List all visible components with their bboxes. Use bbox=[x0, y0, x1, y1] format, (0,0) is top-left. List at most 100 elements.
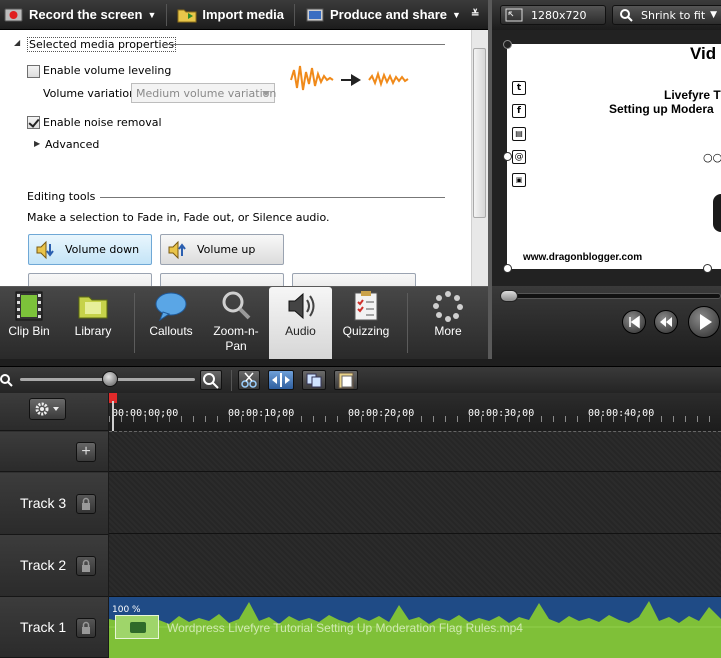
import-media-button[interactable]: Import media bbox=[173, 0, 288, 30]
track-lane-3[interactable] bbox=[109, 472, 721, 534]
volume-down-icon bbox=[36, 240, 54, 260]
produce-share-button[interactable]: Produce and share ▼ bbox=[301, 0, 465, 30]
fade-out-button[interactable] bbox=[160, 273, 284, 286]
zoom-dropdown[interactable]: Shrink to fit ▼ bbox=[612, 5, 721, 25]
silence-button[interactable] bbox=[292, 273, 416, 286]
track-lane-2[interactable] bbox=[109, 534, 721, 597]
toolbar-divider bbox=[166, 3, 168, 26]
twitter-icon: t bbox=[512, 81, 526, 95]
lock-button[interactable] bbox=[76, 618, 96, 638]
track-header-1[interactable]: Track 1 bbox=[0, 597, 108, 658]
share-icon: ▣ bbox=[512, 173, 526, 187]
canvas-handle[interactable] bbox=[703, 264, 712, 273]
advanced-toggle[interactable]: Advanced bbox=[45, 138, 99, 151]
track-name: Track 1 bbox=[20, 619, 67, 635]
zoom-slider-thumb[interactable] bbox=[102, 371, 118, 387]
track-header-3[interactable]: Track 3 bbox=[0, 473, 108, 535]
editing-tools-hint: Make a selection to Fade in, Fade out, o… bbox=[27, 211, 330, 224]
canvas-handle[interactable] bbox=[503, 264, 512, 273]
add-track-row: + bbox=[0, 432, 108, 472]
tab-library[interactable]: Library bbox=[62, 287, 124, 360]
record-screen-button[interactable]: Record the screen ▼ bbox=[0, 0, 160, 30]
add-track-button[interactable]: + bbox=[76, 442, 96, 462]
track-header-2[interactable]: Track 2 bbox=[0, 535, 108, 597]
audio-properties-panel: ◢ Selected media properties Enable volum… bbox=[0, 30, 488, 286]
split-button[interactable] bbox=[268, 370, 294, 390]
rewind-button[interactable] bbox=[654, 310, 678, 334]
main-toolbar: Record the screen ▼ Import media Produce … bbox=[0, 0, 488, 30]
tab-clip-bin[interactable]: Clip Bin bbox=[0, 287, 58, 360]
volume-up-button[interactable]: Volume up bbox=[160, 234, 284, 265]
tab-audio[interactable]: Audio bbox=[269, 287, 332, 360]
collapse-arrow-icon[interactable]: ◢ bbox=[14, 38, 20, 47]
panel-scrollbar-thumb[interactable] bbox=[473, 48, 486, 218]
tab-label: Audio bbox=[285, 324, 316, 338]
zoom-out-icon[interactable] bbox=[0, 372, 14, 388]
volume-variation-label: Volume variation: bbox=[43, 87, 140, 100]
resize-icon bbox=[505, 8, 523, 22]
copy-icon bbox=[306, 373, 322, 388]
lock-icon bbox=[82, 621, 90, 634]
playhead-line bbox=[112, 401, 114, 431]
tab-label: Zoom-n-Pan bbox=[213, 324, 259, 353]
canvas-handle[interactable] bbox=[503, 152, 512, 161]
volume-leveling-label: Enable volume leveling bbox=[43, 64, 172, 77]
lock-button[interactable] bbox=[76, 556, 96, 576]
import-label: Import media bbox=[202, 7, 284, 22]
canvas-line-2: Setting up Modera bbox=[609, 102, 714, 116]
volume-variation-select[interactable]: Medium volume variation bbox=[131, 83, 277, 103]
toolbar-divider bbox=[293, 3, 295, 26]
track-name: Track 2 bbox=[20, 557, 67, 573]
expand-arrow-icon[interactable]: ▶ bbox=[34, 139, 40, 148]
media-clip[interactable]: 100 % Wordpress Livefyre Tutorial Settin… bbox=[109, 597, 721, 658]
lock-icon bbox=[82, 559, 90, 572]
lock-icon bbox=[82, 497, 90, 510]
play-button[interactable] bbox=[688, 306, 720, 338]
canvas-handle[interactable] bbox=[503, 40, 512, 49]
volume-variation-value: Medium volume variation bbox=[136, 87, 277, 100]
play-icon bbox=[700, 314, 712, 330]
clip-volume-percent: 100 % bbox=[112, 605, 141, 615]
search-icon bbox=[620, 9, 633, 22]
ruler-tick-label: 00:00:20;00 bbox=[348, 408, 415, 419]
volume-leveling-checkbox[interactable] bbox=[27, 65, 40, 78]
canvas-line-1: Livefyre T bbox=[664, 88, 721, 102]
volume-up-icon bbox=[168, 240, 186, 260]
previous-clip-button[interactable] bbox=[622, 310, 646, 334]
magnifier-icon bbox=[222, 291, 251, 320]
timeline-settings-button[interactable] bbox=[29, 398, 66, 420]
tab-callouts[interactable]: Callouts bbox=[139, 287, 203, 360]
noise-removal-checkbox[interactable] bbox=[27, 116, 40, 129]
ruler-tick-label: 00:00:10;00 bbox=[228, 408, 295, 419]
double-chevron-icon: ≚ bbox=[470, 9, 480, 20]
lock-button[interactable] bbox=[76, 494, 96, 514]
tab-divider bbox=[407, 293, 408, 353]
section-divider bbox=[100, 197, 445, 198]
timeline-gap bbox=[0, 359, 721, 366]
preview-canvas[interactable]: Vid Livefyre T Setting up Modera t f ▤ @… bbox=[507, 44, 721, 269]
cut-button[interactable] bbox=[238, 370, 260, 390]
library-folder-icon bbox=[78, 296, 108, 319]
tab-quizzing[interactable]: Quizzing bbox=[334, 287, 398, 360]
tab-zoom-n-pan[interactable]: Zoom-n-Pan bbox=[205, 287, 267, 360]
section-title-media-properties: Selected media properties bbox=[27, 37, 177, 52]
playback-controls bbox=[492, 286, 721, 359]
track-name: Track 3 bbox=[20, 495, 67, 511]
paste-button[interactable] bbox=[334, 370, 358, 390]
film-strip-icon bbox=[15, 291, 43, 321]
dimensions-dropdown[interactable]: 1280x720 bbox=[500, 5, 606, 25]
canvas-graphic-edge bbox=[713, 194, 721, 232]
scrub-thumb[interactable] bbox=[500, 290, 518, 302]
tab-more[interactable]: More bbox=[416, 287, 480, 360]
toolbar-overflow-button[interactable]: ≚ bbox=[465, 0, 483, 30]
zoom-in-button[interactable] bbox=[200, 370, 222, 390]
timeline-ruler[interactable]: 00:00:00;00 00:00:10;00 00:00:20;00 00:0… bbox=[109, 393, 721, 431]
volume-down-button[interactable]: Volume down bbox=[28, 234, 152, 265]
pane-splitter[interactable] bbox=[488, 0, 492, 359]
copy-button[interactable] bbox=[302, 370, 326, 390]
produce-label: Produce and share bbox=[329, 7, 448, 22]
track-lane-empty[interactable] bbox=[109, 431, 721, 472]
scrub-track[interactable] bbox=[502, 293, 721, 299]
split-icon bbox=[272, 373, 290, 387]
fade-in-button[interactable] bbox=[28, 273, 152, 286]
